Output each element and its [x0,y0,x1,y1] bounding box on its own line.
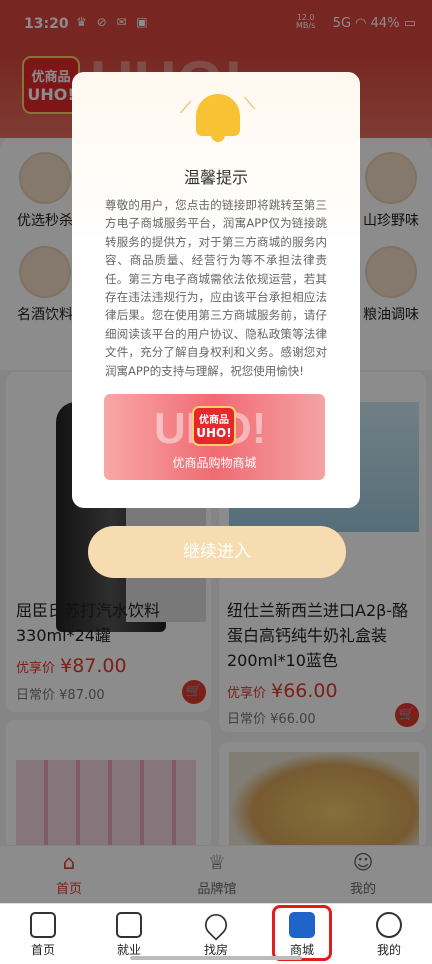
home-icon [30,912,56,938]
bottom-nav: 首页 就业 找房 商城 我的 [0,903,432,964]
uho-logo: 优商品 UHO! [192,406,236,446]
person-icon [376,912,402,938]
bell-icon [196,94,240,136]
nav-home[interactable]: 首页 [8,912,78,958]
notice-dialog: ⟋ ⟍ 温馨提示 尊敬的用户，您点击的链接即将跳转至第三方电子商城服务平台，润寓… [72,72,360,508]
sparkle-icon: ⟋ [180,98,192,117]
briefcase-icon [116,912,142,938]
continue-button[interactable]: 继续进入 [88,526,346,578]
home-indicator [130,956,302,960]
nav-housing[interactable]: 找房 [181,909,251,958]
bell-clapper [211,134,225,142]
nav-jobs[interactable]: 就业 [94,912,164,958]
banner-text: 优商品购物商城 [172,456,257,470]
sparkle-icon: ⟍ [244,94,256,113]
mall-banner[interactable]: UHO! 优商品 UHO! 优商品购物商城 [104,394,325,480]
nav-mine[interactable]: 我的 [354,912,424,958]
location-icon [200,909,232,941]
mall-tab-highlight [272,905,332,961]
dialog-body: 尊敬的用户，您点击的链接即将跳转至第三方电子商城服务平台，润寓APP仅为链接跳转… [105,198,327,378]
dialog-title: 温馨提示 [183,168,248,187]
